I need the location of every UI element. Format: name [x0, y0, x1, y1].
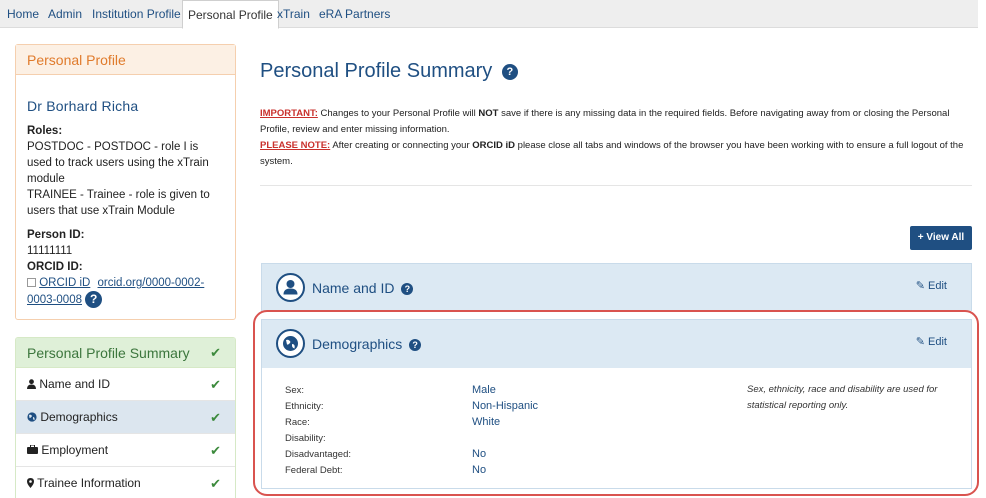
nav-header-label: Personal Profile Summary — [27, 345, 190, 361]
nav-item-demographics[interactable]: Demographics ✔ — [16, 401, 235, 434]
nav-item-label: Demographics — [40, 410, 118, 424]
check-icon: ✔ — [210, 377, 221, 392]
top-nav: Home Admin Institution Profile Personal … — [0, 0, 978, 29]
user-icon — [27, 369, 36, 389]
demographics-body: Sex: Male Ethnicity: Non-Hispanic Race: … — [262, 368, 971, 488]
demographics-panel: Demographics ? ✎ Edit Sex: Male Ethnicit… — [261, 319, 972, 489]
panel-title: Name and ID ? — [312, 279, 414, 297]
person-id-value: 11111111 — [27, 245, 73, 257]
tab-admin[interactable]: Admin — [43, 0, 87, 28]
divider — [260, 185, 972, 186]
role-trainee: TRAINEE - Trainee - role is given to use… — [27, 189, 210, 217]
nav-item-label: Employment — [41, 443, 109, 457]
user-circle-icon — [276, 273, 305, 302]
field-label: Sex: — [285, 385, 305, 396]
field-value: No — [472, 448, 487, 460]
edit-demographics-button[interactable]: ✎ Edit — [916, 335, 947, 349]
important-notice: IMPORTANT: Changes to your Personal Prof… — [260, 106, 975, 170]
nav-header[interactable]: Personal Profile Summary ✔ — [16, 338, 235, 368]
profile-card: Personal Profile Dr Borhard Richa Roles:… — [15, 44, 236, 320]
orcid-image-link[interactable]: ORCID iD — [39, 277, 90, 289]
check-icon: ✔ — [210, 410, 221, 425]
pencil-icon: ✎ — [915, 280, 925, 292]
field-value: No — [472, 464, 487, 476]
profile-name: Dr Borhard Richa — [27, 98, 139, 114]
demographics-note: Sex, ethnicity, race and disability are … — [747, 384, 938, 411]
roles-label: Roles: — [27, 125, 63, 137]
view-all-button[interactable]: + View All — [910, 226, 972, 250]
orcid-help-icon[interactable]: ? — [85, 291, 103, 308]
tab-xtrain[interactable]: xTrain — [272, 0, 315, 28]
tab-institution-profile[interactable]: Institution Profile — [87, 0, 186, 28]
tab-home[interactable]: Home — [2, 0, 44, 28]
edit-label: Edit — [928, 280, 947, 292]
edit-label: Edit — [928, 336, 947, 348]
broken-image-icon — [27, 278, 36, 288]
profile-summary-nav: Personal Profile Summary ✔ Name and ID ✔… — [15, 337, 236, 498]
field-label: Ethnicity: — [285, 401, 324, 412]
please-note-label: PLEASE NOTE: — [260, 140, 331, 151]
nav-item-trainee-information[interactable]: Trainee Information ✔ — [16, 467, 235, 498]
important-not: NOT — [478, 108, 499, 119]
question-circle-icon[interactable]: ? — [501, 63, 518, 80]
globe-circle-icon — [276, 329, 305, 358]
check-icon: ✔ — [210, 443, 221, 458]
field-value: White — [472, 416, 501, 428]
nav-item-employment[interactable]: Employment ✔ — [16, 434, 235, 467]
person-id-label: Person ID: — [27, 229, 85, 241]
profile-card-header: Personal Profile — [16, 45, 235, 75]
panel-title: Demographics ? — [312, 335, 422, 353]
name-and-id-panel: Name and ID ? ✎ Edit — [261, 263, 972, 312]
field-label: Race: — [285, 417, 310, 428]
field-label: Disadvantaged: — [285, 449, 352, 460]
important-label: IMPORTANT: — [260, 108, 318, 119]
globe-icon — [27, 402, 37, 422]
page-title-text: Personal Profile Summary — [260, 60, 493, 82]
field-label: Federal Debt: — [285, 465, 343, 476]
question-circle-icon[interactable]: ? — [401, 283, 414, 296]
check-icon: ✔ — [210, 345, 221, 360]
question-circle-icon[interactable]: ? — [409, 339, 422, 352]
tab-era-partners[interactable]: eRA Partners — [314, 0, 395, 28]
view-all-label: View All — [926, 232, 965, 243]
important-text: Changes to your Personal Profile will — [317, 108, 479, 119]
nav-item-label: Trainee Information — [37, 476, 141, 490]
name-and-id-panel-header[interactable]: Name and ID ? ✎ Edit — [262, 264, 971, 312]
field-value: Non-Hispanic — [472, 400, 539, 412]
orcid-label: ORCID ID: — [27, 261, 83, 273]
panel-title-text: Name and ID — [312, 280, 395, 296]
page-title: Personal Profile Summary ? — [260, 58, 518, 84]
nav-item-label: Name and ID — [39, 377, 111, 391]
nav-item-name-and-id[interactable]: Name and ID ✔ — [16, 368, 235, 401]
field-label: Disability: — [285, 433, 326, 444]
please-note-text: After creating or connecting your — [330, 140, 473, 151]
plus-icon: + — [917, 232, 924, 243]
check-icon: ✔ — [210, 476, 221, 491]
field-value: Male — [472, 384, 496, 396]
tab-personal-profile[interactable]: Personal Profile — [182, 0, 279, 29]
panel-title-text: Demographics — [312, 336, 403, 352]
demographics-panel-header[interactable]: Demographics ? ✎ Edit — [262, 320, 971, 368]
briefcase-icon — [27, 434, 38, 454]
please-note-orcid: ORCID iD — [472, 140, 516, 151]
map-marker-icon — [27, 468, 34, 488]
edit-name-and-id-button[interactable]: ✎ Edit — [916, 279, 947, 293]
role-postdoc: POSTDOC - POSTDOC - role I is used to tr… — [27, 141, 209, 185]
pencil-icon: ✎ — [915, 336, 925, 348]
